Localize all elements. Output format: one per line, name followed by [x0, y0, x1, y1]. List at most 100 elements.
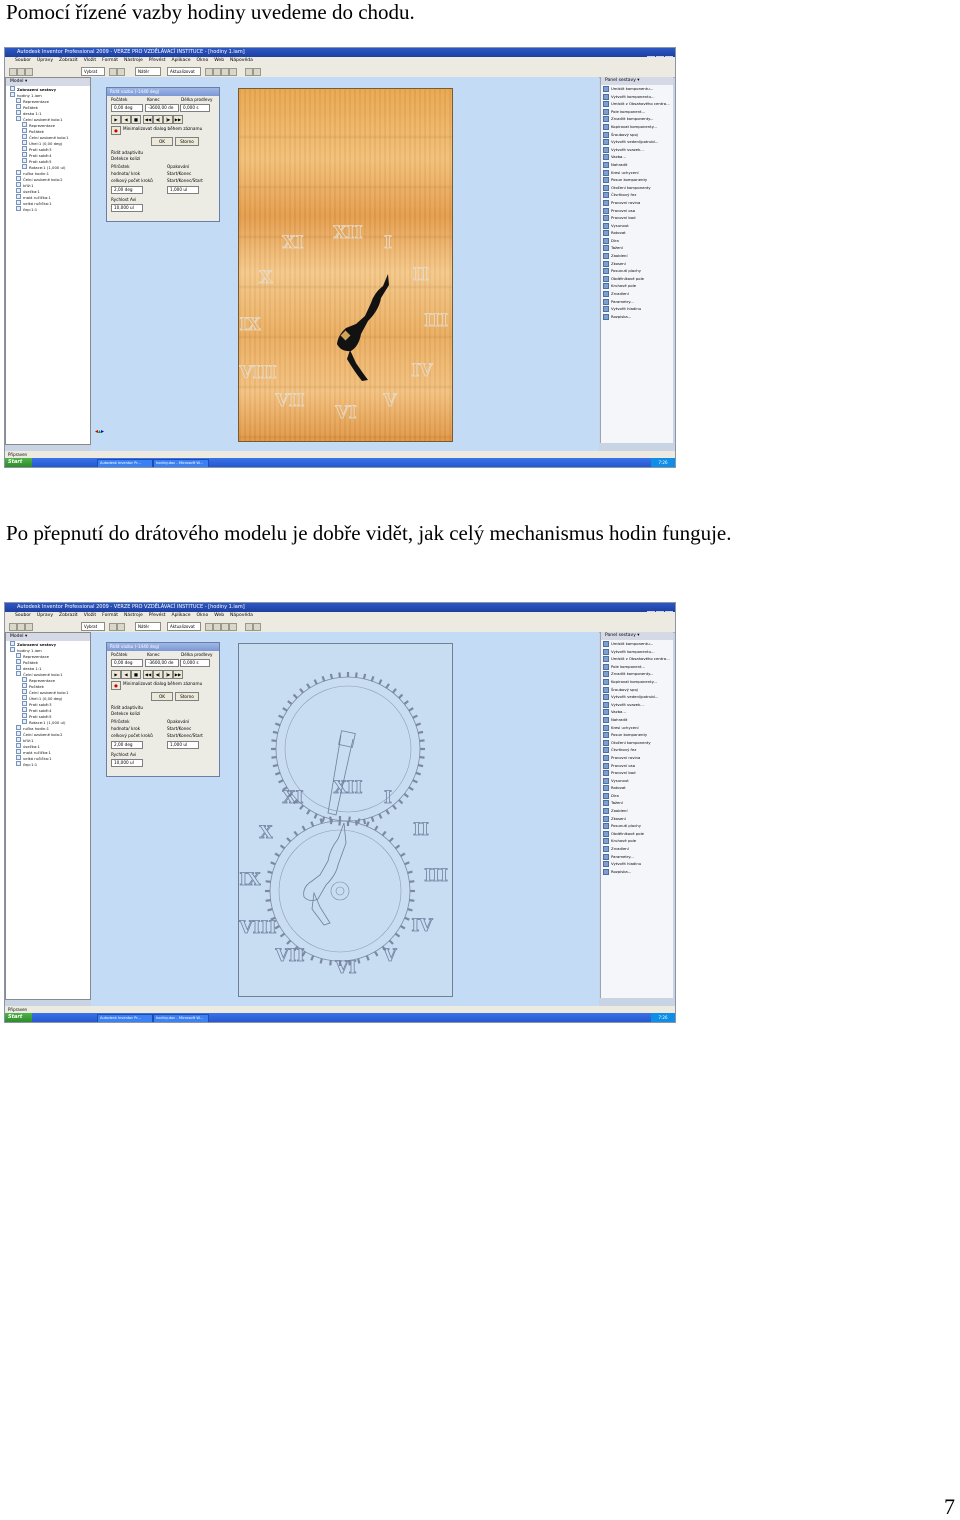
browser-title[interactable]: Model ▾ [6, 78, 90, 86]
panel-command[interactable]: Vytvořit komponentu... [601, 93, 673, 101]
taskbar-item-word[interactable]: hodiny.doc - Microsoft W... [153, 459, 209, 467]
menu-item[interactable]: Vložit [84, 613, 96, 618]
rewind-button[interactable]: ◀◀ [143, 670, 153, 679]
collision-checkbox[interactable]: Detekce kolizí [111, 156, 140, 162]
rewind-button[interactable]: ◀◀ [143, 115, 153, 124]
pan-icon[interactable] [213, 623, 221, 631]
repeat-field[interactable]: 1,000 ul [167, 741, 199, 749]
ok-button[interactable]: OK [151, 692, 173, 701]
panel-command[interactable]: Parametry... [601, 853, 673, 861]
pause-field[interactable]: 0,000 s [180, 104, 210, 112]
panel-command[interactable]: Pracovní osa [601, 762, 673, 770]
repeat-start-end-radio[interactable]: Start/Konec [167, 171, 191, 177]
look-at-icon[interactable] [229, 68, 237, 76]
panel-command[interactable]: Vytvořit svazek... [601, 701, 673, 709]
menu-item[interactable]: Převést [149, 613, 166, 618]
panel-command[interactable]: Posun komponenty [601, 731, 673, 739]
minimize-checkbox[interactable]: Minimalizovat dialog během záznamu [123, 681, 202, 687]
menu-item[interactable]: Web [214, 613, 224, 618]
play-reverse-button[interactable]: ◀ [121, 115, 131, 124]
panel-command[interactable]: Obdélníkové pole [601, 275, 673, 283]
menu-item[interactable]: Soubor [15, 613, 31, 618]
menu-item[interactable]: Aplikace [172, 613, 191, 618]
panel-command[interactable]: Parametry... [601, 298, 673, 306]
taskbar-item-inventor[interactable]: Autodesk Inventor Pr... [97, 459, 153, 467]
zoom-icon[interactable] [205, 623, 213, 631]
pause-field[interactable]: 0,000 s [180, 659, 210, 667]
zoom-icon[interactable] [205, 68, 213, 76]
repeat-start-end-start-radio[interactable]: Start/Konec/Start [167, 178, 203, 184]
panel-command[interactable]: Posun komponenty [601, 176, 673, 184]
panel-command[interactable]: Posunutí plochy [601, 267, 673, 275]
browser-tree-item[interactable]: čep:1:1 [6, 206, 90, 212]
panel-command[interactable]: Nahradit [601, 161, 673, 169]
menu-item[interactable]: Úpravy [37, 613, 53, 618]
start-field[interactable]: 0,00 deg [111, 659, 143, 667]
panel-command[interactable]: Čtvrtkový řez [601, 746, 673, 754]
wireframe-display-icon[interactable] [245, 623, 253, 631]
step-back-button[interactable]: ◀| [153, 670, 163, 679]
panel-command[interactable]: Umístit z Obsahového centra... [601, 100, 673, 108]
panel-command[interactable]: Rotovat [601, 229, 673, 237]
taskbar-item-inventor[interactable]: Autodesk Inventor Pr... [97, 1014, 153, 1022]
camera-icon[interactable] [253, 623, 261, 631]
panel-command[interactable]: Vazba... [601, 708, 673, 716]
panel-command[interactable]: Pole komponent... [601, 108, 673, 116]
undo-icon[interactable] [109, 623, 117, 631]
stop-button[interactable]: ■ [131, 115, 141, 124]
pan-icon[interactable] [213, 68, 221, 76]
select-dropdown[interactable]: Vybrat [81, 67, 105, 76]
panel-title[interactable]: Panel sestavy ▾ [601, 632, 673, 640]
panel-command[interactable]: Zrcadlení [601, 290, 673, 298]
start-button[interactable]: Start [5, 1013, 32, 1022]
panel-command[interactable]: Vytvořit komponentu... [601, 648, 673, 656]
end-field[interactable]: -3600,00 de [145, 659, 179, 667]
repeat-start-end-radio[interactable]: Start/Konec [167, 726, 191, 732]
panel-command[interactable]: Rotovat [601, 784, 673, 792]
update-button[interactable]: Aktualizovat [167, 622, 201, 631]
color-dropdown[interactable]: Nátěr [135, 67, 161, 76]
panel-command[interactable]: Kopírovat komponenty... [601, 123, 673, 131]
panel-command[interactable]: Zaoblení [601, 807, 673, 815]
increment-field[interactable]: 2,00 deg [111, 186, 143, 194]
panel-command[interactable]: Kresl uchycení [601, 724, 673, 732]
panel-command[interactable]: Umístit komponentu... [601, 640, 673, 648]
save-icon[interactable] [25, 623, 33, 631]
increment-step-radio[interactable]: hodnota/ krok [111, 726, 140, 732]
shaded-display-icon[interactable] [245, 68, 253, 76]
camera-icon[interactable] [253, 68, 261, 76]
avi-field[interactable]: 10,000 ul [111, 204, 143, 212]
step-forward-button[interactable]: |▶ [163, 115, 173, 124]
open-icon[interactable] [17, 68, 25, 76]
panel-command[interactable]: Rozpiska... [601, 313, 673, 321]
panel-command[interactable]: Kopírovat komponenty... [601, 678, 673, 686]
save-icon[interactable] [25, 68, 33, 76]
increment-total-radio[interactable]: celkový počet kroků [111, 178, 153, 184]
ok-button[interactable]: OK [151, 137, 173, 146]
menu-item[interactable]: Zobrazit [59, 613, 78, 618]
increment-field[interactable]: 2,00 deg [111, 741, 143, 749]
cancel-button[interactable]: Storno [175, 137, 199, 146]
select-dropdown[interactable]: Vybrat [81, 622, 105, 631]
panel-command[interactable]: Vysunout [601, 777, 673, 785]
menu-item[interactable]: Okno [196, 613, 208, 618]
menu-item[interactable]: Zobrazit [59, 58, 78, 63]
panel-command[interactable]: Pracovní rovina [601, 199, 673, 207]
cancel-button[interactable]: Storno [175, 692, 199, 701]
start-field[interactable]: 0,00 deg [111, 104, 143, 112]
panel-command[interactable]: Kresl uchycení [601, 169, 673, 177]
increment-total-radio[interactable]: celkový počet kroků [111, 733, 153, 739]
rotate-icon[interactable] [221, 68, 229, 76]
step-forward-button[interactable]: |▶ [163, 670, 173, 679]
panel-command[interactable]: Tažení [601, 244, 673, 252]
menu-item[interactable]: Formát [102, 58, 118, 63]
menu-item[interactable]: Soubor [15, 58, 31, 63]
menu-item[interactable]: Vložit [84, 58, 96, 63]
panel-command[interactable]: Tažení [601, 799, 673, 807]
panel-command[interactable]: Zkosení [601, 260, 673, 268]
step-back-button[interactable]: ◀| [153, 115, 163, 124]
panel-command[interactable]: Rozpiska... [601, 868, 673, 876]
panel-command[interactable]: Kruhové pole [601, 837, 673, 845]
fast-forward-button[interactable]: ▶▶ [173, 115, 183, 124]
undo-icon[interactable] [109, 68, 117, 76]
